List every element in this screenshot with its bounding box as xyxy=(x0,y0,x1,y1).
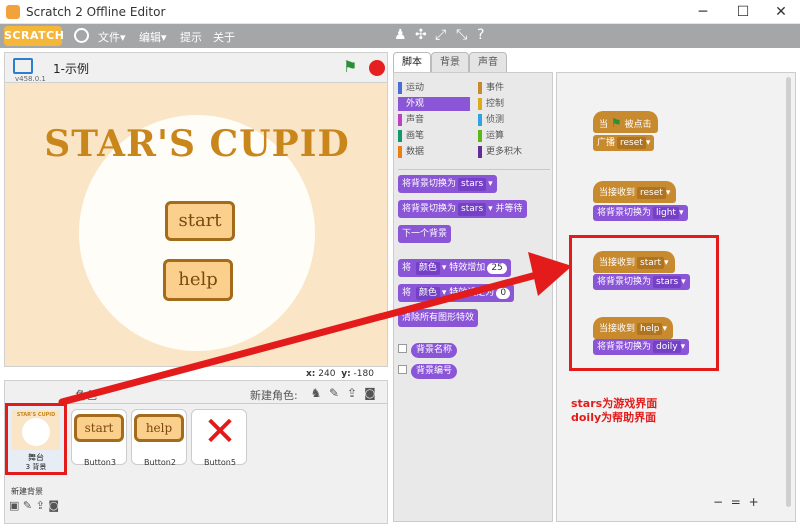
category-operators[interactable]: 运算 xyxy=(478,129,550,143)
sprites-label: 角色 xyxy=(75,389,97,402)
category-more-blocks[interactable]: 更多积木 xyxy=(478,145,550,159)
sprite-name: Button5 xyxy=(204,458,236,467)
fullscreen-icon[interactable] xyxy=(13,58,33,74)
stage-canvas[interactable]: STAR'S CUPID start help xyxy=(4,82,388,367)
zoom-controls: − = + xyxy=(711,495,761,509)
zoom-in-icon[interactable]: + xyxy=(747,495,761,509)
new-backdrop-label: 新建背景 xyxy=(11,487,43,496)
hat-when-flag-clicked[interactable]: 当 ⚑ 被点击 xyxy=(593,111,658,133)
category-motion[interactable]: 运动 xyxy=(398,81,470,95)
block-next-backdrop[interactable]: 下一个背景 xyxy=(398,225,452,243)
category-sound[interactable]: 声音 xyxy=(398,113,470,127)
block-switch-backdrop-light[interactable]: 将背景切换为 light ▾ xyxy=(593,205,688,221)
divider xyxy=(67,403,387,404)
stop-icon[interactable] xyxy=(369,60,385,76)
sprite-card-button3[interactable]: start Button3 xyxy=(71,409,127,467)
shrink-icon[interactable]: ⤡ xyxy=(456,27,467,43)
category-control[interactable]: 控制 xyxy=(478,97,550,111)
stage-help-button[interactable]: help xyxy=(163,259,233,301)
camera-backdrop-icon[interactable]: ◙ xyxy=(48,499,59,512)
palette-divider xyxy=(398,169,550,170)
title-bar: Scratch 2 Offline Editor ─ ☐ ✕ xyxy=(0,0,800,24)
zoom-reset-icon[interactable]: = xyxy=(729,495,743,509)
sprite-thumb: help xyxy=(134,414,184,442)
reporter-checkbox[interactable] xyxy=(398,344,407,353)
tab-backdrops[interactable]: 背景 xyxy=(431,52,469,72)
upload-backdrop-icon[interactable]: ⇪ xyxy=(36,499,45,512)
tab-scripts[interactable]: 脚本 xyxy=(393,52,431,73)
annotation-text: stars为游戏界面 doily为帮助界面 xyxy=(571,397,658,424)
zoom-out-icon[interactable]: − xyxy=(711,495,725,509)
x-mark-icon: ✕ xyxy=(203,409,237,455)
sprite-name: Button3 xyxy=(84,458,116,467)
block-switch-backdrop-wait[interactable]: 将背景切换为 stars ▾ 并等待 xyxy=(398,200,527,218)
window-title: Scratch 2 Offline Editor xyxy=(26,5,166,19)
sprite-thumb: start xyxy=(74,414,124,442)
duplicate-icon[interactable]: ♟ xyxy=(394,27,407,43)
category-pen[interactable]: 画笔 xyxy=(398,129,470,143)
close-button[interactable]: ✕ xyxy=(766,2,796,22)
block-clear-effects[interactable]: 清除所有图形特效 xyxy=(398,309,479,327)
menu-tips[interactable]: 提示 xyxy=(180,29,202,45)
sprite-name: Button2 xyxy=(144,458,176,467)
stage-start-button[interactable]: start xyxy=(165,201,235,241)
paint-sprite-icon[interactable]: ✎ xyxy=(327,386,341,400)
sprite-card-button2[interactable]: help Button2 xyxy=(131,409,187,467)
block-set-effect[interactable]: 将 颜色 ▾ 特效设定为 0 xyxy=(398,284,515,302)
maximize-button[interactable]: ☐ xyxy=(728,2,758,22)
cut-icon[interactable]: ✣ xyxy=(415,27,427,43)
green-flag-icon: ⚑ xyxy=(610,116,622,130)
help-icon[interactable]: ? xyxy=(477,27,484,43)
stage-thumb-bg-count: 3 背景 xyxy=(25,463,47,471)
stage-header: 1-示例 v458.0.1 ⚑ xyxy=(4,52,388,83)
scratch-logo[interactable]: SCRATCH xyxy=(4,26,64,46)
highlight-box xyxy=(569,235,719,371)
category-sensing[interactable]: 侦测 xyxy=(478,113,550,127)
category-data[interactable]: 数据 xyxy=(398,145,470,159)
upload-sprite-icon[interactable]: ⇪ xyxy=(345,386,359,400)
reporter-checkbox[interactable] xyxy=(398,365,407,374)
reporter-backdrop-name[interactable]: 背景名称 xyxy=(398,343,458,358)
menu-file[interactable]: 文件▾ xyxy=(98,29,126,45)
choose-backdrop-icon[interactable]: ▣ xyxy=(9,499,19,512)
grow-icon[interactable]: ⤢ xyxy=(435,27,446,43)
hat-when-receive-reset[interactable]: 当接收到 reset ▾ xyxy=(593,181,677,203)
green-flag-icon[interactable]: ⚑ xyxy=(343,59,361,75)
language-globe-icon[interactable] xyxy=(74,28,89,43)
category-looks[interactable]: 外观 xyxy=(398,97,470,111)
menu-bar: SCRATCH 文件▾ 编辑▾ 提示 关于 ♟ ✣ ⤢ ⤡ ? xyxy=(0,24,800,48)
category-events[interactable]: 事件 xyxy=(478,81,550,95)
choose-sprite-icon[interactable]: ♞ xyxy=(309,386,323,400)
block-broadcast[interactable]: 广播 reset ▾ xyxy=(593,135,655,151)
menu-edit[interactable]: 编辑▾ xyxy=(139,29,167,45)
mouse-coordinates: x: 240 y: -180 xyxy=(306,369,374,379)
new-sprite-label: 新建角色: xyxy=(250,389,298,402)
sprite-pane: 角色 新建角色: ♞ ✎ ⇪ ◙ STAR'S CUPID 舞台 3 背景 新建… xyxy=(4,380,388,524)
block-change-effect[interactable]: 将 颜色 ▾ 特效增加 25 xyxy=(398,259,511,277)
vertical-scrollbar[interactable] xyxy=(786,77,791,507)
minimize-button[interactable]: ─ xyxy=(688,2,718,22)
camera-icon[interactable]: ◙ xyxy=(363,386,377,400)
paint-backdrop-icon[interactable]: ✎ xyxy=(23,499,32,512)
block-switch-backdrop[interactable]: 将背景切换为 stars ▾ xyxy=(398,175,497,193)
menu-about[interactable]: 关于 xyxy=(213,29,235,45)
block-palette: 运动 事件 外观 控制 声音 侦测 画笔 运算 数据 更多积木 将背景切换为 st… xyxy=(393,72,553,522)
sprite-card-button5[interactable]: ✕ Button5 xyxy=(191,409,247,467)
stage-mini-preview: STAR'S CUPID xyxy=(12,410,60,450)
tab-sounds[interactable]: 声音 xyxy=(469,52,507,72)
project-name[interactable]: 1-示例 xyxy=(53,60,89,77)
new-backdrop-tools: ▣ ✎ ⇪ ◙ xyxy=(9,499,59,512)
game-title: STAR'S CUPID xyxy=(44,123,350,165)
scratch-app-icon xyxy=(6,5,20,19)
stage-thumbnail[interactable]: STAR'S CUPID 舞台 3 背景 xyxy=(5,403,67,475)
reporter-backdrop-number[interactable]: 背景编号 xyxy=(398,364,458,379)
